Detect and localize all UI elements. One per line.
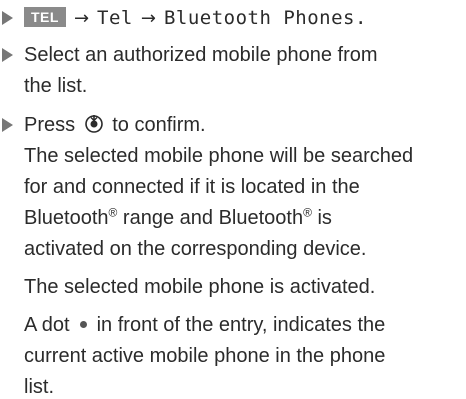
step-1-line: TEL → Tel → Bluetooth Phones. — [24, 6, 367, 31]
dot-explanation-line-2: current active mobile phone in the phone — [24, 345, 386, 367]
manual-page: { "step1": { "key_label": "TEL", "arrow"… — [0, 0, 466, 398]
bluetooth-word: Bluetooth — [218, 207, 304, 229]
dot-explanation-line-3: list. — [24, 376, 54, 398]
result-line-3: Bluetooth® range and Bluetooth® is — [24, 206, 332, 230]
step-2-line-1: Select an authorized mobile phone from — [24, 44, 378, 66]
menu-arrow-icon: → — [73, 8, 90, 29]
step-3-press-line: Press to confirm. — [24, 113, 206, 140]
registered-mark: ® — [303, 205, 312, 220]
confirm-text: to confirm. — [112, 114, 206, 136]
result-line-1: The selected mobile phone will be search… — [24, 145, 414, 167]
menu-item-tel: Tel — [97, 7, 133, 29]
bullet-arrow-icon — [2, 11, 13, 25]
step-2-line-2: the list. — [24, 75, 88, 97]
controller-press-icon — [84, 114, 104, 140]
dot-explanation-line-1: A dot in front of the entry, indicates th… — [24, 313, 385, 337]
bullet-arrow-icon — [2, 48, 13, 62]
tel-key-label: TEL — [24, 7, 66, 27]
range-text: range and — [117, 207, 219, 229]
activated-message: The selected mobile phone is activated. — [24, 276, 376, 298]
dot-prefix: A dot — [24, 314, 70, 336]
menu-item-bluetooth-phones: Bluetooth Phones. — [163, 7, 367, 29]
bullet-arrow-icon — [2, 118, 13, 132]
bluetooth-word: Bluetooth — [24, 207, 109, 229]
result-line-2: for and connected if it is located in th… — [24, 176, 360, 198]
press-text: Press — [24, 114, 76, 136]
dot-suffix: in front of the entry, indicates the — [96, 314, 386, 336]
menu-arrow-icon: → — [140, 8, 156, 29]
result-line-4: activated on the corresponding device. — [24, 238, 367, 260]
is-text: is — [311, 207, 332, 229]
active-dot-icon — [79, 321, 87, 328]
